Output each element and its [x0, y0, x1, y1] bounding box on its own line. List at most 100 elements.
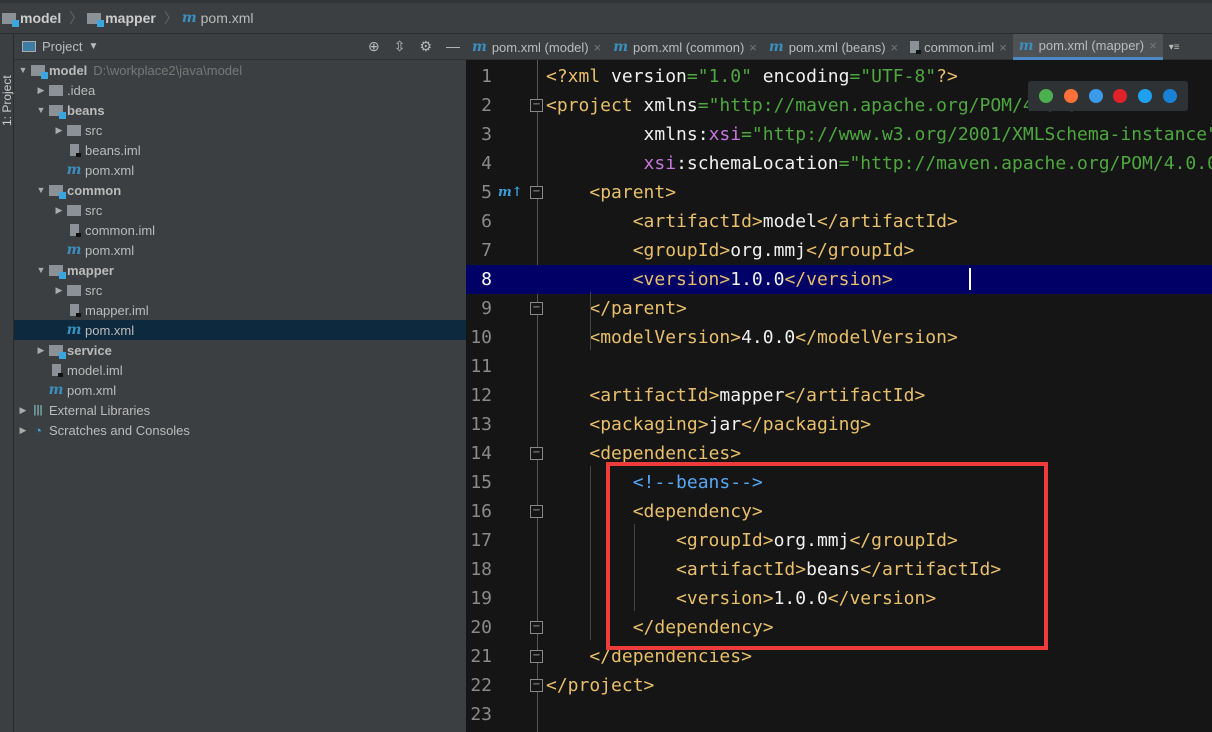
- close-icon[interactable]: ×: [594, 40, 602, 55]
- firefox-icon[interactable]: [1063, 89, 1078, 103]
- code-line[interactable]: 3 xmlns:xsi="http://www.w3.org/2001/XMLS…: [466, 120, 1212, 149]
- tree-item[interactable]: m pom.xml: [14, 240, 466, 260]
- tab-label: pom.xml (model): [491, 39, 589, 55]
- code-line[interactable]: 6 <artifactId>model</artifactId>: [466, 207, 1212, 236]
- collapse-arrow-icon[interactable]: ▶: [52, 205, 66, 216]
- tree-item[interactable]: m pom.xml: [14, 320, 466, 340]
- token-ns: xsi: [708, 124, 742, 145]
- fold-collapse-icon[interactable]: −: [530, 99, 543, 112]
- ie-icon[interactable]: [1137, 89, 1152, 103]
- code-line[interactable]: 22 </project> −: [466, 671, 1212, 700]
- collapse-arrow-icon[interactable]: ▶: [52, 125, 66, 136]
- expand-arrow-icon[interactable]: ▼: [16, 65, 30, 75]
- tree-item[interactable]: ▶ ◔ Scratches and Consoles: [14, 420, 466, 440]
- tree-item[interactable]: mapper.iml: [14, 300, 466, 320]
- tree-item[interactable]: m pom.xml: [14, 380, 466, 400]
- line-number: 12: [470, 385, 492, 406]
- tab-pom-xml-mapper-[interactable]: m pom.xml (mapper) ×: [1012, 34, 1163, 60]
- close-icon[interactable]: ×: [749, 40, 757, 55]
- tree-item[interactable]: ▼ beans: [14, 100, 466, 120]
- opera-icon[interactable]: [1113, 89, 1128, 103]
- code-line[interactable]: 12 <artifactId>mapper</artifactId>: [466, 381, 1212, 410]
- fold-end-icon[interactable]: −: [530, 302, 543, 315]
- close-icon[interactable]: ×: [891, 40, 899, 55]
- line-number: 6: [481, 211, 492, 232]
- project-tree: ▼ model D:\workplace2\java\model ▶ .idea ▼ bea…: [14, 60, 466, 440]
- safari-icon[interactable]: [1088, 89, 1103, 103]
- fold-end-icon[interactable]: −: [530, 650, 543, 663]
- line-number: 15: [470, 472, 492, 493]
- expand-arrow-icon[interactable]: ▼: [34, 265, 48, 275]
- tab-list-icon[interactable]: ▾≡: [1163, 34, 1186, 60]
- code-line[interactable]: 23: [466, 700, 1212, 729]
- code-line[interactable]: 5 <parent> − m↑: [466, 178, 1212, 207]
- collapse-arrow-icon[interactable]: ▶: [16, 425, 30, 436]
- module-folder-icon: [31, 64, 48, 79]
- chevron-down-icon[interactable]: ▼: [88, 41, 98, 52]
- expand-arrow-icon[interactable]: ▼: [34, 185, 48, 195]
- fold-collapse-icon[interactable]: −: [530, 447, 543, 460]
- breadcrumb-item-model[interactable]: model: [2, 10, 61, 27]
- code-line[interactable]: 10 <modelVersion>4.0.0</modelVersion>: [466, 323, 1212, 352]
- tree-item[interactable]: common.iml: [14, 220, 466, 240]
- fold-collapse-icon[interactable]: −: [530, 505, 543, 518]
- gear-icon[interactable]: ⚙: [419, 38, 432, 55]
- line-code: <?xml version="1.0" encoding="UTF-8"?>: [546, 62, 958, 91]
- fold-end-icon[interactable]: −: [530, 679, 543, 692]
- text-caret: [968, 268, 971, 290]
- maven-icon: m: [613, 39, 629, 55]
- code-line[interactable]: 9 </parent> −: [466, 294, 1212, 323]
- hide-icon[interactable]: —: [446, 38, 460, 55]
- collapse-arrow-icon[interactable]: ▶: [52, 285, 66, 296]
- line-number: 3: [481, 124, 492, 145]
- tree-icon-wrap: m: [48, 382, 64, 398]
- line-number: 21: [470, 646, 492, 667]
- tab-pom-xml-model-[interactable]: m pom.xml (model) ×: [466, 34, 607, 60]
- locate-icon[interactable]: ⊕: [368, 38, 380, 55]
- edge-icon[interactable]: [1162, 89, 1177, 103]
- collapse-arrow-icon[interactable]: ▶: [34, 85, 48, 96]
- code-line[interactable]: 11: [466, 352, 1212, 381]
- fold-end-icon[interactable]: −: [530, 621, 543, 634]
- code-line[interactable]: 13 <packaging>jar</packaging>: [466, 410, 1212, 439]
- close-icon[interactable]: ×: [999, 40, 1007, 55]
- tree-item[interactable]: ▶ .idea: [14, 80, 466, 100]
- code-line[interactable]: 4 xsi:schemaLocation="http://maven.apach…: [466, 149, 1212, 178]
- expand-arrow-icon[interactable]: ▼: [34, 105, 48, 115]
- collapse-arrow-icon[interactable]: ▶: [34, 345, 48, 356]
- tree-item[interactable]: m pom.xml: [14, 160, 466, 180]
- tree-item[interactable]: ▶ service: [14, 340, 466, 360]
- project-tool-button[interactable]: 1: Project: [0, 75, 14, 126]
- breadcrumb-item-mapper[interactable]: mapper: [87, 10, 156, 27]
- close-icon[interactable]: ×: [1149, 38, 1157, 53]
- tree-item[interactable]: ▶ src: [14, 280, 466, 300]
- tree-item[interactable]: ▶ ||| External Libraries: [14, 400, 466, 420]
- code-line[interactable]: 8 <version>1.0.0</version>: [466, 265, 1212, 294]
- tree-item[interactable]: ▼ mapper: [14, 260, 466, 280]
- maven-icon: m: [768, 39, 784, 55]
- collapse-arrow-icon[interactable]: ▶: [16, 405, 30, 416]
- tab-common-iml[interactable]: common.iml ×: [904, 34, 1013, 60]
- tree-item[interactable]: model.iml: [14, 360, 466, 380]
- chrome-icon[interactable]: [1039, 89, 1054, 103]
- breadcrumb-item-pom[interactable]: m pom.xml: [182, 10, 254, 26]
- code-editor[interactable]: 1 <?xml version="1.0" encoding="UTF-8"?> 2…: [466, 60, 1212, 732]
- tree-item[interactable]: beans.iml: [14, 140, 466, 160]
- tab-pom-xml-beans-[interactable]: m pom.xml (beans) ×: [763, 34, 904, 60]
- code-line[interactable]: 7 <groupId>org.mmj</groupId>: [466, 236, 1212, 265]
- tree-icon-wrap: [48, 84, 64, 96]
- collapse-all-icon[interactable]: ⇳: [394, 38, 406, 55]
- project-view-selector[interactable]: Project: [42, 39, 82, 54]
- token-txt: jar: [708, 414, 742, 435]
- tree-item[interactable]: ▼ common: [14, 180, 466, 200]
- maven-parent-icon[interactable]: m↑: [498, 178, 523, 207]
- tree-item[interactable]: ▶ src: [14, 200, 466, 220]
- tab-pom-xml-common-[interactable]: m pom.xml (common) ×: [607, 34, 763, 60]
- tree-icon-wrap: m: [66, 162, 82, 178]
- token-val: ="http://maven.apache.org/POM/4.0.0 http…: [838, 153, 1212, 174]
- tree-item[interactable]: ▼ model D:\workplace2\java\model: [14, 60, 466, 80]
- tree-item[interactable]: ▶ src: [14, 120, 466, 140]
- tree-item-label: model.iml: [67, 362, 123, 378]
- line-code: <packaging>jar</packaging>: [546, 410, 871, 439]
- fold-collapse-icon[interactable]: −: [530, 186, 543, 199]
